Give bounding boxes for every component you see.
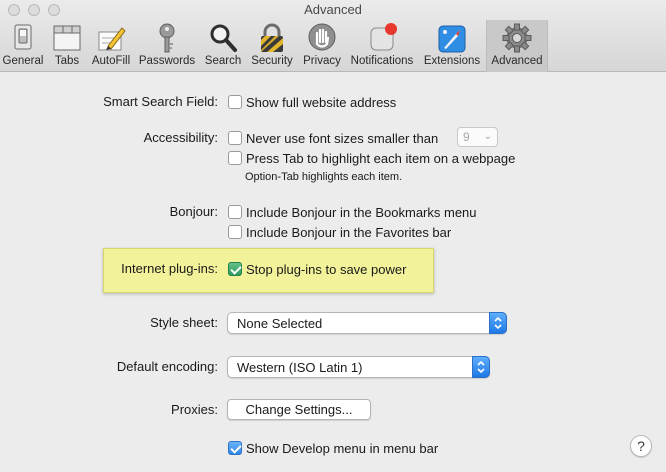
tab-security-label: Security bbox=[251, 55, 293, 67]
help-button[interactable]: ? bbox=[630, 435, 652, 457]
tab-autofill-label: AutoFill bbox=[91, 55, 131, 67]
tab-security[interactable]: Security bbox=[246, 20, 298, 72]
tabs-window-icon bbox=[50, 22, 84, 54]
show-develop-menu-checkbox[interactable] bbox=[228, 441, 242, 455]
tab-autofill[interactable]: AutoFill bbox=[88, 20, 134, 72]
tab-highlight-option[interactable]: Press Tab to highlight each item on a we… bbox=[228, 149, 515, 167]
bonjour-bookmarks-checkbox[interactable] bbox=[228, 205, 242, 219]
bonjour-label: Bonjour: bbox=[169, 204, 218, 219]
padlock-icon bbox=[255, 22, 289, 54]
min-font-size-value: 9 bbox=[463, 130, 470, 144]
tab-notifications-label: Notifications bbox=[350, 55, 414, 67]
extensions-icon bbox=[435, 22, 469, 54]
tab-advanced-label: Advanced bbox=[491, 55, 543, 67]
default-encoding-value: Western (ISO Latin 1) bbox=[237, 360, 363, 375]
stop-plugins-option[interactable]: Stop plug-ins to save power bbox=[228, 260, 406, 278]
tab-tabs[interactable]: Tabs bbox=[46, 20, 88, 72]
tab-privacy[interactable]: Privacy bbox=[298, 20, 346, 72]
min-font-size-option[interactable]: Never use font sizes smaller than bbox=[228, 129, 438, 147]
show-develop-menu-option[interactable]: Show Develop menu in menu bar bbox=[228, 439, 438, 457]
min-font-size-text: Never use font sizes smaller than bbox=[246, 130, 439, 146]
tab-notifications[interactable]: Notifications bbox=[346, 20, 418, 72]
show-full-address-option[interactable]: Show full website address bbox=[228, 93, 396, 111]
key-icon bbox=[150, 22, 184, 54]
show-full-address-text: Show full website address bbox=[246, 94, 397, 110]
accessibility-label: Accessibility: bbox=[143, 130, 218, 145]
tab-passwords[interactable]: Passwords bbox=[134, 20, 200, 72]
advanced-settings-pane: Smart Search Field: Show full website ad… bbox=[0, 73, 666, 472]
tab-highlight-checkbox[interactable] bbox=[228, 151, 242, 165]
tab-extensions[interactable]: Extensions bbox=[418, 20, 486, 72]
updown-arrows-icon bbox=[489, 312, 507, 334]
proxies-label: Proxies: bbox=[171, 402, 218, 417]
magnifier-icon bbox=[206, 22, 240, 54]
gear-icon bbox=[500, 22, 534, 54]
bonjour-favorites-text: Include Bonjour in the Favorites bar bbox=[246, 224, 452, 240]
option-tab-hint: Option-Tab highlights each item. bbox=[245, 171, 403, 183]
preferences-toolbar: Advanced General Tabs AutoFill Passwords… bbox=[0, 0, 666, 72]
tab-general[interactable]: General bbox=[0, 20, 46, 72]
bonjour-bookmarks-text: Include Bonjour in the Bookmarks menu bbox=[246, 204, 477, 220]
style-sheet-label: Style sheet: bbox=[150, 315, 218, 330]
hand-icon bbox=[305, 22, 339, 54]
default-encoding-popup[interactable]: Western (ISO Latin 1) bbox=[227, 356, 490, 378]
chevron-down-icon: ⌄ bbox=[483, 131, 492, 142]
notification-badge-icon bbox=[365, 22, 399, 54]
min-font-size-checkbox[interactable] bbox=[228, 131, 242, 145]
smart-search-label: Smart Search Field: bbox=[103, 94, 218, 109]
style-sheet-popup[interactable]: None Selected bbox=[227, 312, 507, 334]
stop-plugins-text: Stop plug-ins to save power bbox=[246, 261, 407, 277]
tab-passwords-label: Passwords bbox=[138, 55, 196, 67]
tab-tabs-label: Tabs bbox=[54, 55, 80, 67]
internet-plugins-label: Internet plug-ins: bbox=[121, 261, 218, 276]
show-full-address-checkbox[interactable] bbox=[228, 95, 242, 109]
style-sheet-value: None Selected bbox=[237, 316, 323, 331]
autofill-pencil-icon bbox=[94, 22, 128, 54]
general-switch-icon bbox=[6, 22, 40, 54]
tab-search[interactable]: Search bbox=[200, 20, 246, 72]
stop-plugins-checkbox[interactable] bbox=[228, 262, 242, 276]
show-develop-menu-text: Show Develop menu in menu bar bbox=[246, 440, 439, 456]
tab-highlight-text: Press Tab to highlight each item on a we… bbox=[246, 150, 516, 166]
tab-extensions-label: Extensions bbox=[423, 55, 481, 67]
bonjour-bookmarks-option[interactable]: Include Bonjour in the Bookmarks menu bbox=[228, 203, 477, 221]
updown-arrows-icon bbox=[472, 356, 490, 378]
default-encoding-label: Default encoding: bbox=[116, 359, 218, 374]
tab-general-label: General bbox=[2, 55, 44, 67]
window-title: Advanced bbox=[304, 2, 362, 17]
safari-preferences-window: Advanced General Tabs AutoFill Passwords… bbox=[0, 0, 666, 472]
tab-privacy-label: Privacy bbox=[303, 55, 341, 67]
change-settings-button[interactable]: Change Settings... bbox=[227, 399, 371, 420]
bonjour-favorites-checkbox[interactable] bbox=[228, 225, 242, 239]
min-font-size-select[interactable]: 9 ⌄ bbox=[457, 127, 498, 147]
bonjour-favorites-option[interactable]: Include Bonjour in the Favorites bar bbox=[228, 223, 451, 241]
tab-advanced[interactable]: Advanced bbox=[486, 20, 548, 72]
tab-search-label: Search bbox=[204, 55, 242, 67]
